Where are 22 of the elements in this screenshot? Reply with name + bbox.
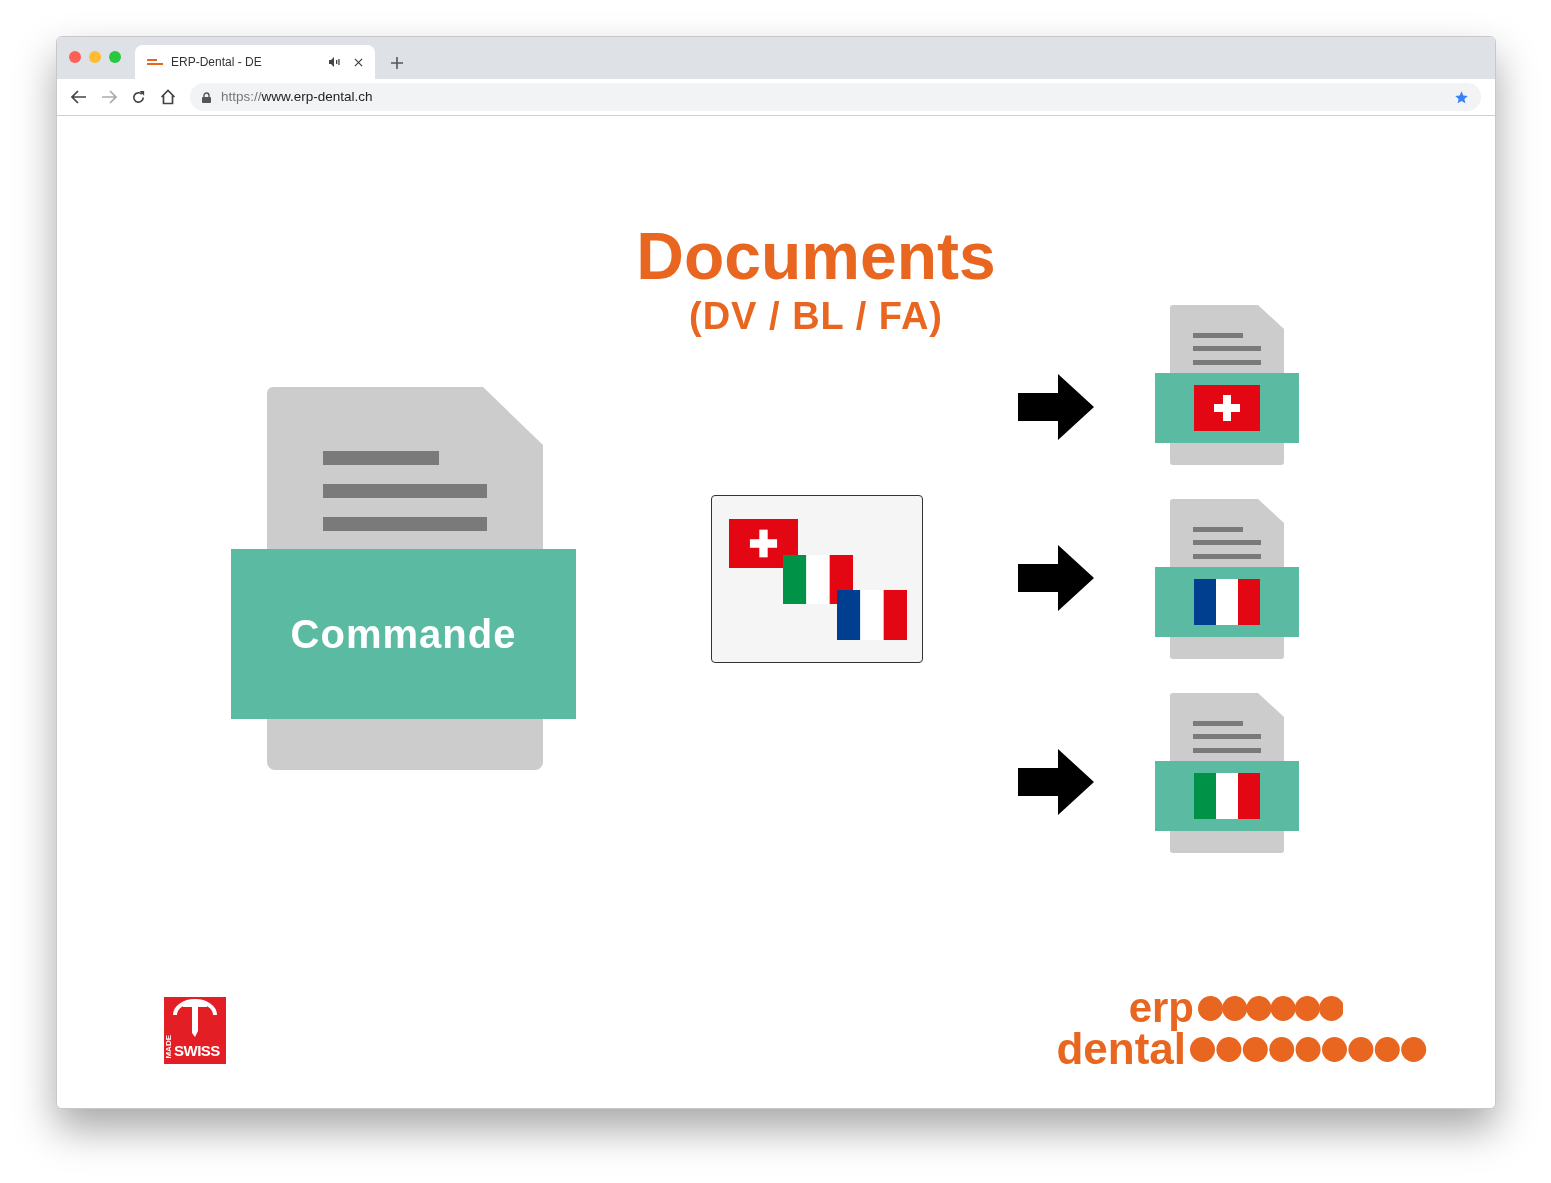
speaker-icon[interactable] [329,57,340,67]
url-text: https://www.erp-dental.ch [221,87,374,106]
slide-title: Documents [636,218,996,294]
logo-text: SWISS [174,1042,220,1059]
document-label: Commande [290,611,517,658]
home-icon[interactable] [160,89,176,105]
tab-title: ERP-Dental - DE [171,54,263,71]
close-icon[interactable] [354,57,363,67]
reload-icon[interactable] [131,89,146,105]
browser-tab[interactable]: ERP-Dental - DE [135,45,375,79]
logo-small-text: MADE [165,1035,173,1059]
right-arrow-icon [1018,545,1094,611]
address-bar[interactable]: https://www.erp-dental.ch [190,83,1481,111]
back-arrow-icon[interactable] [71,90,87,104]
slide-subtitle: (DV / BL / FA) [689,294,943,338]
bookmark-star-icon[interactable] [1454,89,1469,105]
crossbow-icon [172,999,218,1039]
favicon-icon [147,59,163,65]
right-arrow-icon [1018,374,1094,440]
right-arrow-icon [1018,749,1094,815]
lock-icon [202,91,211,103]
new-tab-icon[interactable] [391,57,403,69]
